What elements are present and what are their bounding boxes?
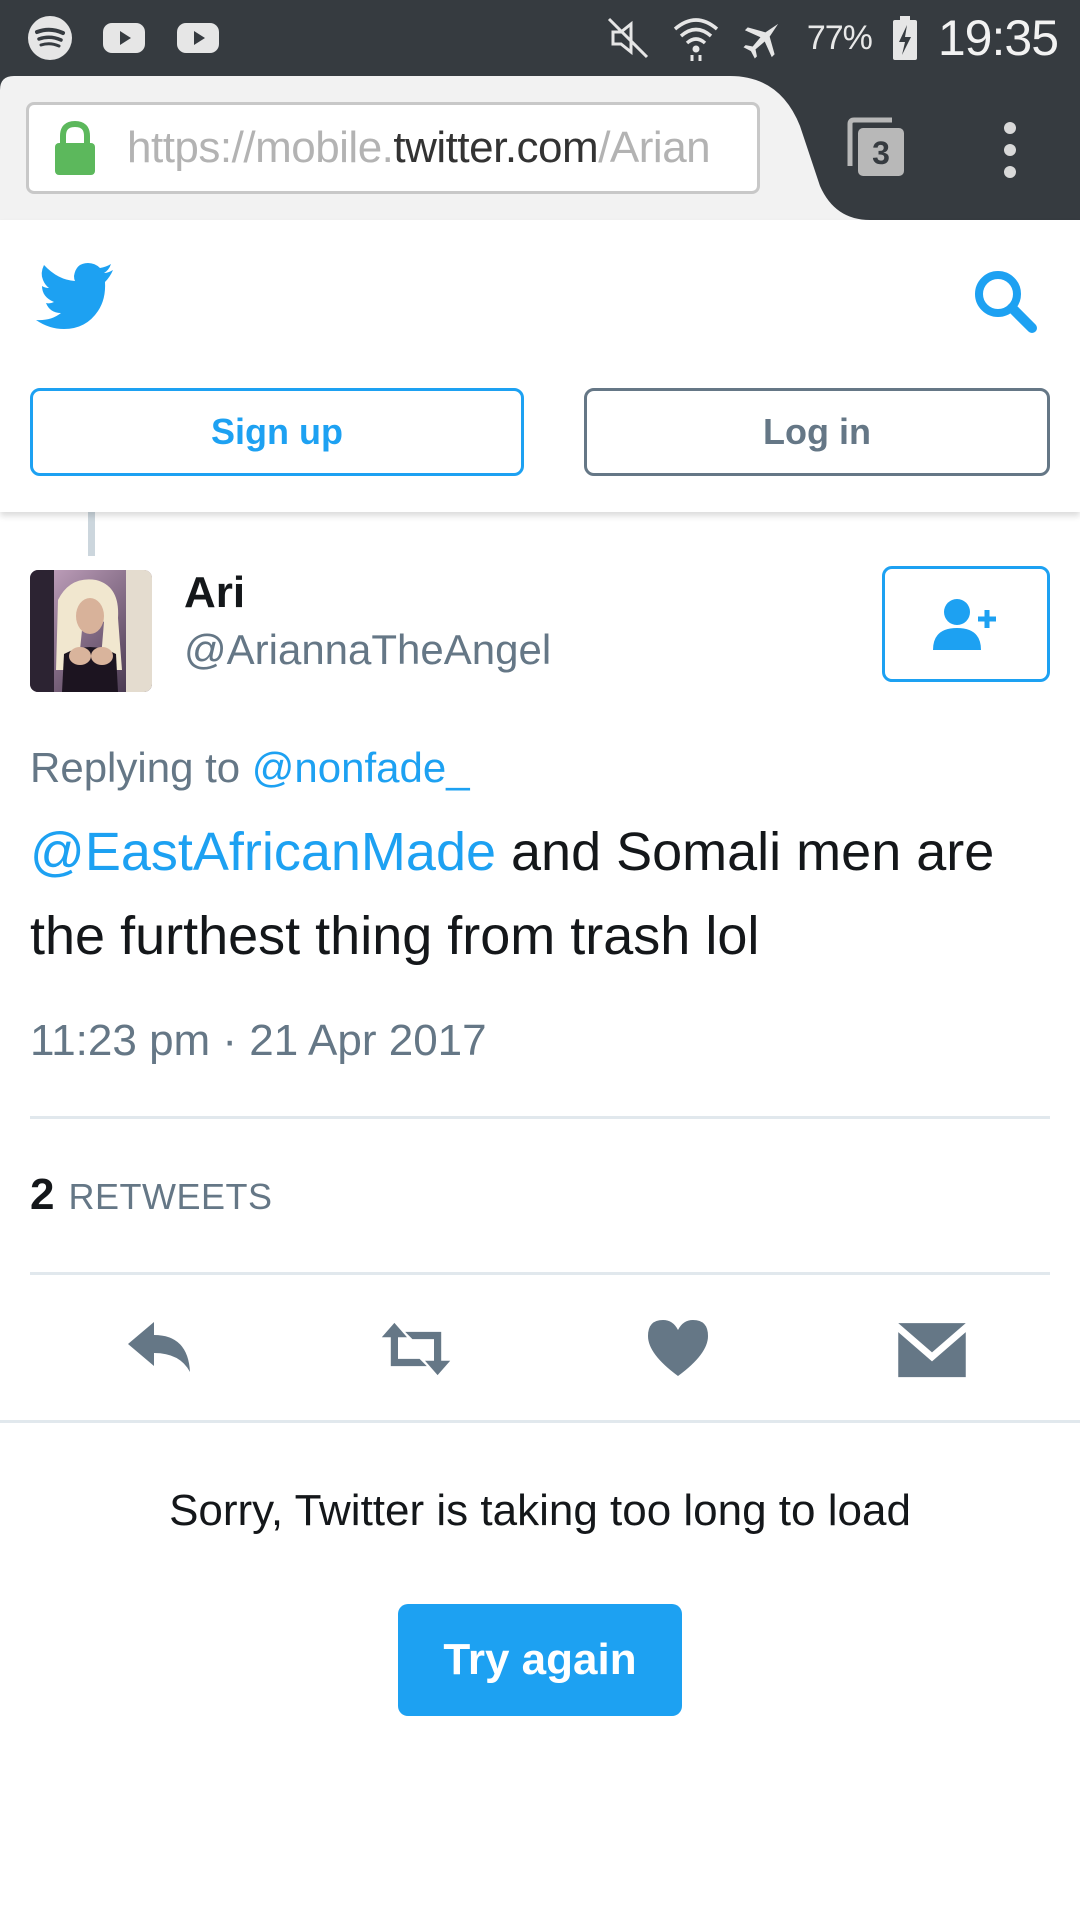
- battery-percent: 77%: [806, 18, 873, 57]
- twitter-bird-logo-icon[interactable]: [34, 262, 114, 332]
- avatar[interactable]: [30, 570, 152, 692]
- status-bar: 77% 19:35: [0, 0, 1080, 76]
- url-text: https://mobile.twitter.com/Arian: [127, 123, 711, 172]
- airplane-icon: [743, 23, 778, 59]
- battery-charging-icon: [892, 16, 917, 60]
- divider: [30, 1116, 1050, 1119]
- lock-icon: [55, 120, 95, 175]
- log-in-button[interactable]: Log in: [584, 388, 1050, 476]
- browser-toolbar: https://mobile.twitter.com/Arian 3: [0, 76, 1080, 220]
- youtube-icon: [177, 23, 219, 53]
- replying-to-link[interactable]: @nonfade_: [252, 744, 470, 791]
- svg-text:3: 3: [872, 135, 890, 171]
- sign-up-button[interactable]: Sign up: [30, 388, 524, 476]
- retweet-icon[interactable]: [380, 1318, 452, 1380]
- tweet-timestamp: 11:23 pm · 21 Apr 2017: [30, 1016, 487, 1065]
- twitter-header: Sign up Log in: [0, 220, 1080, 512]
- tab-switcher-button[interactable]: 3: [844, 116, 908, 180]
- author-handle[interactable]: @AriannaTheAngel: [184, 626, 551, 674]
- clock: 19:35: [937, 10, 1059, 66]
- retweet-stats[interactable]: 2 RETWEETS: [30, 1170, 273, 1220]
- load-error-message: Sorry, Twitter is taking too long to loa…: [169, 1486, 911, 1535]
- system-indicators: 77% 19:35: [605, 8, 1059, 68]
- retweets-label: RETWEETS: [68, 1176, 273, 1217]
- replying-to-line: Replying to @nonfade_: [30, 744, 470, 791]
- thread-connector-line: [88, 512, 95, 556]
- author-name[interactable]: Ari: [184, 568, 245, 618]
- address-bar[interactable]: https://mobile.twitter.com/Arian: [26, 102, 760, 194]
- overflow-menu-button[interactable]: [1000, 120, 1020, 180]
- search-icon[interactable]: [972, 268, 1038, 334]
- tweet-text: @EastAfricanMade and Somali men are the …: [30, 822, 995, 966]
- like-heart-icon[interactable]: [642, 1318, 714, 1380]
- spotify-icon: [28, 16, 72, 60]
- notification-icons: [26, 14, 222, 62]
- mute-icon: [607, 17, 648, 59]
- direct-message-envelope-icon[interactable]: [896, 1318, 968, 1380]
- mention-link[interactable]: @EastAfricanMade: [30, 822, 496, 882]
- divider: [30, 1272, 1050, 1275]
- follow-button[interactable]: [882, 566, 1050, 682]
- youtube-icon: [103, 23, 145, 53]
- add-user-icon: [933, 599, 996, 650]
- divider: [0, 1420, 1080, 1423]
- retweet-count: 2: [30, 1170, 55, 1219]
- wifi-icon: [673, 18, 718, 61]
- reply-icon[interactable]: [124, 1318, 196, 1380]
- try-again-button[interactable]: Try again: [398, 1604, 682, 1716]
